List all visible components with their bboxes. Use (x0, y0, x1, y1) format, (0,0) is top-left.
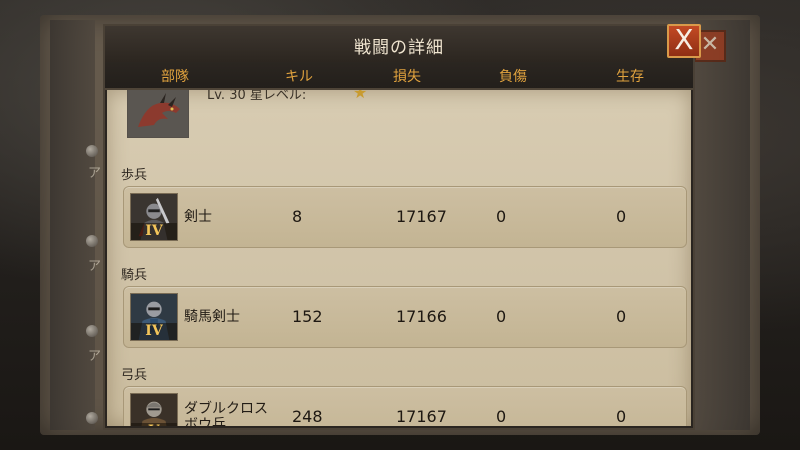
background-side-text: ア (88, 259, 102, 274)
section-label-cavalry: 騎兵 (121, 268, 148, 283)
background-left-strip (50, 20, 95, 430)
tier-badge: IV (131, 223, 177, 240)
rivet-icon (86, 145, 98, 157)
dialog-titlebar: 戦闘の詳細 X (105, 24, 701, 63)
losses-value: 17166 (396, 307, 447, 326)
double-crossbowman-portrait: V (130, 393, 178, 426)
kills-value: 8 (292, 207, 303, 226)
tier-badge: V (131, 423, 177, 426)
mounted-swordsman-portrait: IV (130, 293, 178, 341)
swordsman-portrait: IV (130, 193, 178, 241)
survived-value: 0 (616, 207, 627, 226)
rivet-icon (86, 412, 98, 424)
wounded-value: 0 (496, 407, 507, 426)
star-icon: ★ (353, 90, 368, 102)
header-kills: キル (285, 69, 313, 85)
unit-row-mounted-swordsman[interactable]: IV 騎馬剣士 152 17166 0 0 (123, 286, 687, 348)
kills-value: 152 (292, 307, 323, 326)
tier-badge: IV (131, 323, 177, 340)
header-wounded: 負傷 (499, 69, 527, 85)
survived-value: 0 (616, 307, 627, 326)
background-side-text: ア (88, 349, 102, 364)
dragon-portrait (127, 90, 189, 138)
section-label-infantry: 歩兵 (121, 168, 148, 183)
battle-details-list[interactable]: Lv. 30 星レベル: ★ 歩兵 IV 剣士 8 17167 0 0 騎兵 I… (107, 90, 691, 426)
partial-level-text: Lv. 30 星レベル: (207, 90, 307, 103)
losses-value: 17167 (396, 407, 447, 426)
unit-row-double-crossbowman[interactable]: V ダブルクロスボウ兵 248 17167 0 0 (123, 386, 687, 426)
close-icon: X (674, 23, 694, 56)
background-side-text: ア (88, 166, 102, 181)
header-losses: 損失 (393, 69, 421, 85)
survived-value: 0 (616, 407, 627, 426)
unit-name: ダブルクロスボウ兵 (184, 401, 268, 426)
battle-details-dialog: 戦闘の詳細 X 部隊 キル 損失 負傷 生存 Lv. 30 星レベル: ★ 歩兵 (103, 24, 701, 430)
column-headers: 部隊 キル 損失 負傷 生存 (105, 62, 693, 90)
double-crossbowman-icon (131, 394, 177, 426)
kills-value: 248 (292, 407, 323, 426)
dragon-icon (128, 90, 188, 137)
wounded-value: 0 (496, 207, 507, 226)
background-right-strip (695, 20, 750, 430)
header-survived: 生存 (616, 69, 644, 85)
close-button[interactable]: X (667, 24, 701, 58)
header-unit: 部隊 (161, 69, 189, 85)
rivet-icon (86, 235, 98, 247)
wounded-value: 0 (496, 307, 507, 326)
rivet-icon (86, 325, 98, 337)
unit-name: 騎馬剣士 (184, 309, 240, 325)
unit-row-swordsman[interactable]: IV 剣士 8 17167 0 0 (123, 186, 687, 248)
losses-value: 17167 (396, 207, 447, 226)
unit-name: 剣士 (184, 209, 212, 225)
dialog-title: 戦闘の詳細 (354, 38, 444, 58)
section-label-archers: 弓兵 (121, 368, 148, 383)
